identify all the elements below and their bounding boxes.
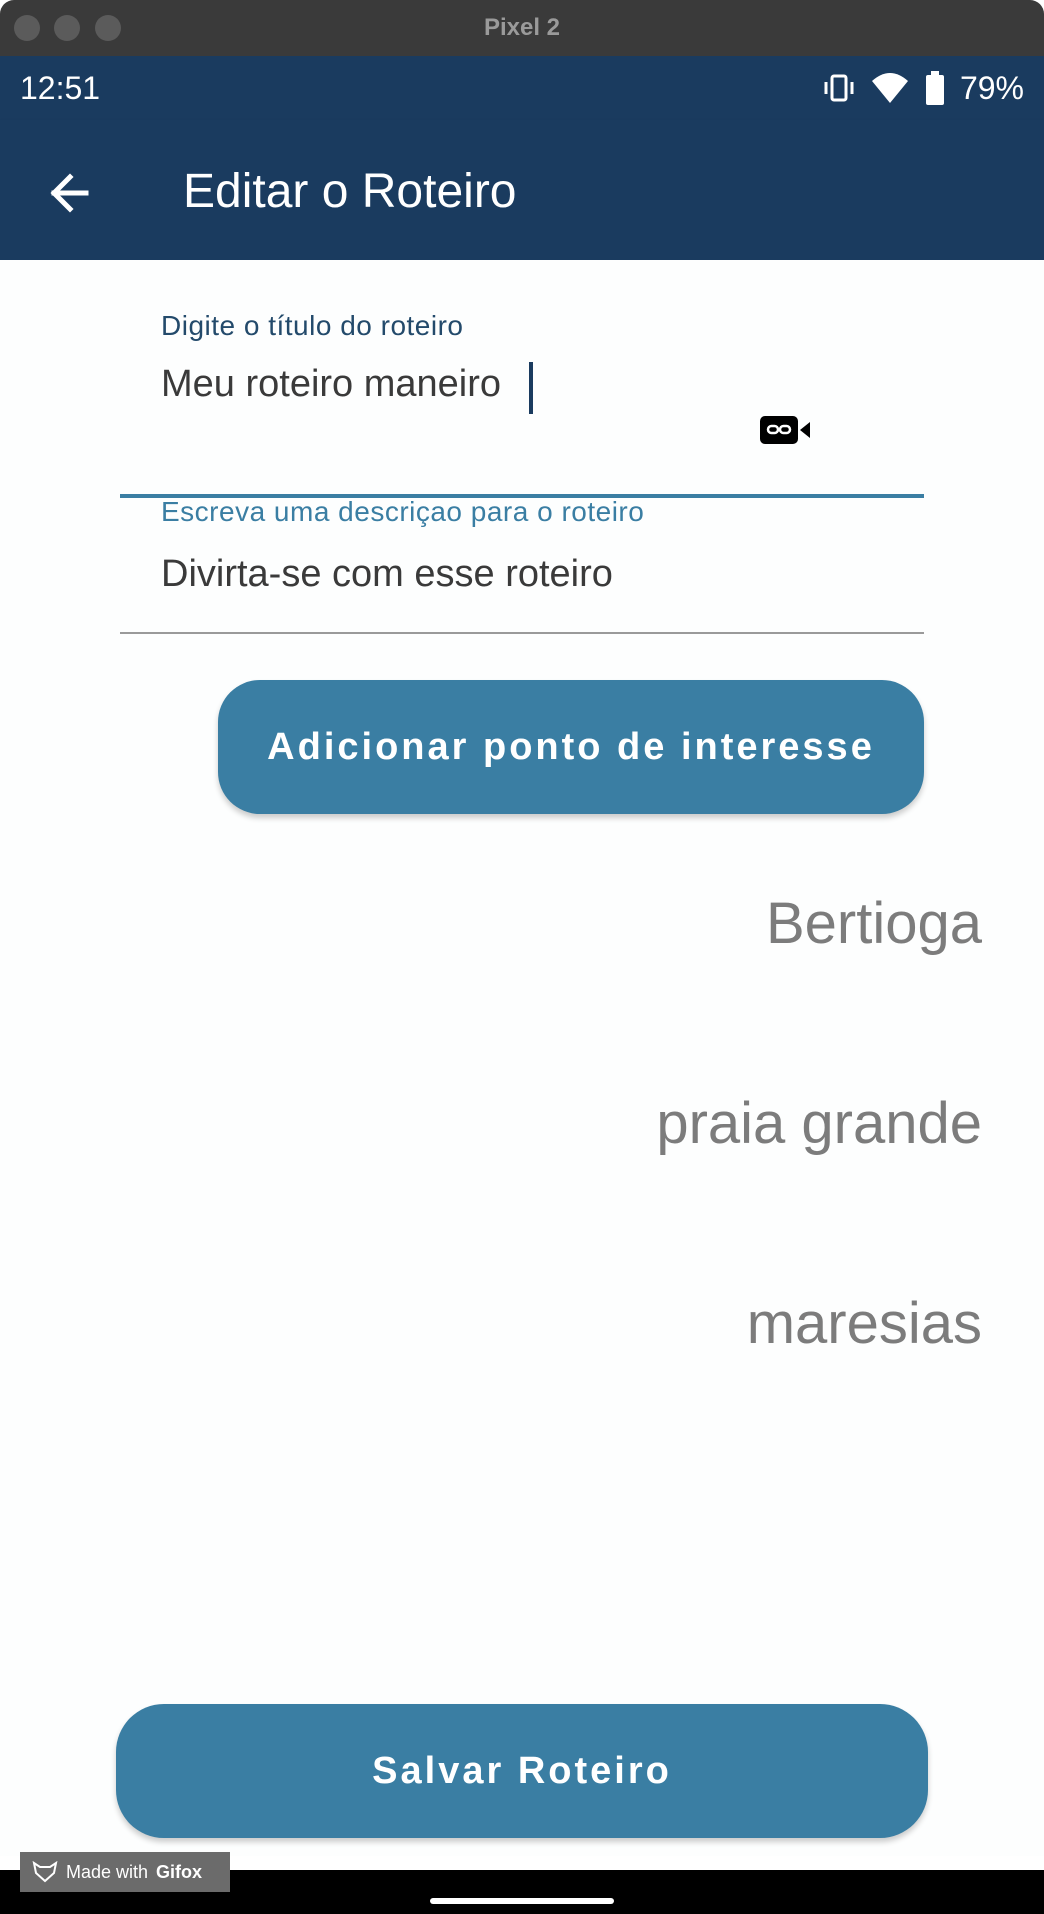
window-title: Pixel 2 — [483, 14, 561, 41]
app-bar: Editar o Roteiro — [0, 120, 1044, 260]
fox-icon — [32, 1861, 58, 1883]
gifox-watermark: Made with Gifox — [20, 1852, 230, 1892]
title-field[interactable]: Digite o título do roteiro — [120, 310, 924, 498]
add-point-of-interest-button[interactable]: Adicionar ponto de interesse — [218, 680, 924, 814]
description-field-underline — [120, 632, 924, 634]
status-icons: 79% — [822, 68, 1024, 108]
badge-prefix: Made with — [66, 1861, 149, 1882]
window-titlebar: Pixel 2 — [0, 0, 1044, 56]
arrow-left-icon — [50, 173, 89, 213]
battery-percentage: 79% — [959, 69, 1024, 106]
back-button[interactable] — [44, 166, 98, 220]
description-input[interactable] — [161, 548, 721, 600]
battery-icon — [925, 71, 944, 105]
wifi-icon — [871, 73, 908, 103]
home-indicator[interactable] — [430, 1898, 614, 1904]
text-caret — [529, 362, 533, 414]
main-content: Digite o título do roteiro Escreva uma d… — [0, 260, 1044, 1856]
list-item[interactable]: praia grande — [656, 1090, 982, 1157]
description-field[interactable]: Escreva uma descriçao para o roteiro — [120, 496, 924, 656]
page-title: Editar o Roteiro — [183, 165, 517, 218]
status-time: 12:51 — [20, 70, 101, 106]
title-field-label: Digite o título do roteiro — [161, 310, 464, 341]
save-itinerary-button[interactable]: Salvar Roteiro — [116, 1704, 928, 1838]
description-field-label: Escreva uma descriçao para o roteiro — [161, 496, 645, 527]
video-camera-icon — [760, 416, 810, 444]
vibrate-icon — [824, 74, 854, 102]
status-bar: 12:51 79% — [0, 56, 1044, 120]
title-input[interactable] — [161, 358, 721, 410]
list-item[interactable]: Bertioga — [766, 890, 982, 957]
badge-brand: Gifox — [156, 1861, 203, 1882]
list-item[interactable]: maresias — [747, 1290, 982, 1357]
